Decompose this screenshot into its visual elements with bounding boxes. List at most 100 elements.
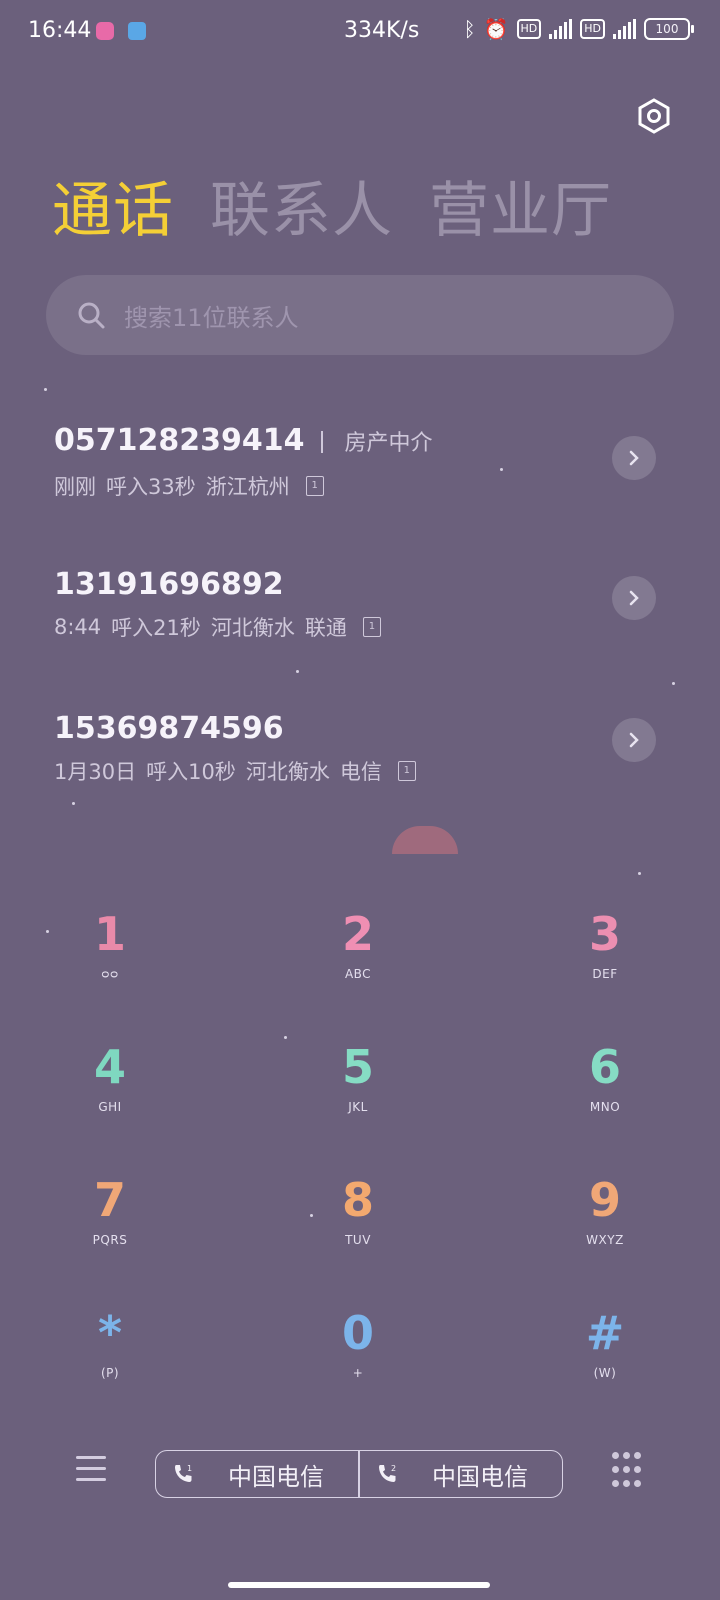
settings-button[interactable] xyxy=(634,96,674,136)
hd-icon-2: HD xyxy=(580,19,605,39)
key-letters: ᴑᴑ xyxy=(101,967,119,981)
sim-index: 1 xyxy=(187,1464,192,1473)
key-star[interactable]: * (P) xyxy=(20,1304,200,1414)
call-row[interactable]: 057128239414 房产中介 刚刚 呼入33秒 浙江杭州 1 xyxy=(54,422,674,532)
key-digit: * xyxy=(97,1306,123,1360)
search-input[interactable]: 搜索11位联系人 xyxy=(124,298,299,333)
decor-dot xyxy=(500,468,503,471)
call-detail-button[interactable] xyxy=(612,436,656,480)
key-digit: 3 xyxy=(588,907,621,961)
key-4[interactable]: 4 GHI xyxy=(20,1038,200,1148)
call-detail-button[interactable] xyxy=(612,718,656,762)
notification-app-icon-2 xyxy=(128,22,146,40)
dialpad-handle[interactable] xyxy=(392,826,458,854)
call-type: 呼入33秒 xyxy=(106,475,196,499)
call-time: 刚刚 xyxy=(54,475,96,499)
key-digit: 2 xyxy=(341,907,374,961)
decor-dot xyxy=(672,682,675,685)
key-digit: 8 xyxy=(341,1173,374,1227)
key-2[interactable]: 2 ABC xyxy=(268,905,448,1015)
key-5[interactable]: 5 JKL xyxy=(268,1038,448,1148)
decor-dot xyxy=(46,930,49,933)
battery-icon: 100 xyxy=(644,18,694,40)
call-number: 15369874596 xyxy=(54,711,284,746)
key-digit: 4 xyxy=(93,1040,126,1094)
chevron-right-icon xyxy=(629,732,639,748)
notification-app-icon xyxy=(96,22,114,40)
key-letters: PQRS xyxy=(92,1233,128,1247)
key-8[interactable]: 8 TUV xyxy=(268,1171,448,1281)
key-3[interactable]: 3 DEF xyxy=(515,905,695,1015)
decor-dot xyxy=(284,1036,287,1039)
key-9[interactable]: 9 WXYZ xyxy=(515,1171,695,1281)
separator xyxy=(320,430,323,453)
main-tabs: 通话 联系人 营业厅 xyxy=(52,178,612,244)
menu-button[interactable] xyxy=(76,1456,106,1482)
chevron-right-icon xyxy=(629,590,639,606)
key-1[interactable]: 1 ᴑᴑ xyxy=(20,905,200,1015)
call-sim1-button[interactable]: 1 中国电信 xyxy=(155,1450,359,1498)
decor-dot xyxy=(310,1214,313,1217)
call-location: 浙江杭州 xyxy=(205,475,290,499)
decor-dot xyxy=(72,802,75,805)
key-digit: 6 xyxy=(588,1040,621,1094)
sim-index: 2 xyxy=(391,1464,396,1473)
sim-card-icon: 1 xyxy=(305,476,324,496)
call-number: 13191696892 xyxy=(54,567,284,602)
key-letters: TUV xyxy=(345,1233,371,1247)
search-icon xyxy=(78,302,105,329)
key-digit: 9 xyxy=(588,1173,621,1227)
key-hash[interactable]: # (W) xyxy=(515,1304,695,1414)
sim2-carrier-label: 中国电信 xyxy=(432,1462,528,1491)
key-letters: (W) xyxy=(593,1366,617,1380)
call-type: 呼入21秒 xyxy=(111,616,201,640)
key-letters: + xyxy=(352,1366,364,1380)
dialpad-grid-icon xyxy=(612,1452,619,1459)
call-detail-button[interactable] xyxy=(612,576,656,620)
tab-contacts[interactable]: 联系人 xyxy=(210,178,393,244)
phone-sim1-icon: 1 xyxy=(175,1464,192,1482)
call-time: 8:44 xyxy=(54,615,102,639)
chevron-right-icon xyxy=(629,450,639,466)
call-location: 河北衡水 xyxy=(245,760,330,784)
menu-icon-line xyxy=(76,1478,106,1481)
call-number: 057128239414 xyxy=(54,423,305,458)
dialpad-toggle-button[interactable] xyxy=(612,1452,644,1490)
key-digit: 7 xyxy=(93,1173,126,1227)
call-row[interactable]: 15369874596 1月30日 呼入10秒 河北衡水 电信 1 xyxy=(54,710,674,820)
tab-calls[interactable]: 通话 xyxy=(52,178,174,244)
home-indicator[interactable] xyxy=(228,1582,490,1588)
status-time: 16:44 xyxy=(28,18,92,43)
key-letters: WXYZ xyxy=(586,1233,624,1247)
key-letters: MNO xyxy=(589,1100,621,1114)
key-digit: 1 xyxy=(93,907,126,961)
hd-icon: HD xyxy=(516,19,542,39)
call-carrier: 联通 xyxy=(304,616,347,640)
key-digit: 0 xyxy=(341,1306,374,1360)
call-carrier: 电信 xyxy=(339,760,382,784)
settings-icon xyxy=(638,98,670,134)
phone-sim2-icon: 2 xyxy=(379,1464,396,1482)
call-location: 河北衡水 xyxy=(210,616,295,640)
menu-icon-line xyxy=(76,1467,106,1470)
menu-icon-line xyxy=(76,1456,106,1459)
key-0[interactable]: 0 + xyxy=(268,1304,448,1414)
search-bar[interactable]: 搜索11位联系人 xyxy=(46,275,674,355)
call-row[interactable]: 13191696892 8:44 呼入21秒 河北衡水 联通 1 xyxy=(54,566,674,676)
key-letters: GHI xyxy=(98,1100,122,1114)
key-letters: DEF xyxy=(592,967,618,981)
decor-dot xyxy=(638,872,641,875)
sim-card-icon: 1 xyxy=(397,761,416,781)
call-tag: 房产中介 xyxy=(344,431,433,456)
tab-service-hall[interactable]: 营业厅 xyxy=(429,178,612,244)
signal-4g-icon xyxy=(549,19,573,39)
alarm-icon: ⏰ xyxy=(483,17,509,41)
key-letters: JKL xyxy=(348,1100,368,1114)
call-sim2-button[interactable]: 2 中国电信 xyxy=(359,1450,563,1498)
key-6[interactable]: 6 MNO xyxy=(515,1038,695,1148)
key-7[interactable]: 7 PQRS xyxy=(20,1171,200,1281)
status-bar: 16:44 334K/s ᛒ ⏰ HD HD 100 xyxy=(0,0,720,64)
sim1-carrier-label: 中国电信 xyxy=(228,1462,324,1491)
key-letters: ABC xyxy=(344,967,372,981)
decor-dot xyxy=(44,388,47,391)
